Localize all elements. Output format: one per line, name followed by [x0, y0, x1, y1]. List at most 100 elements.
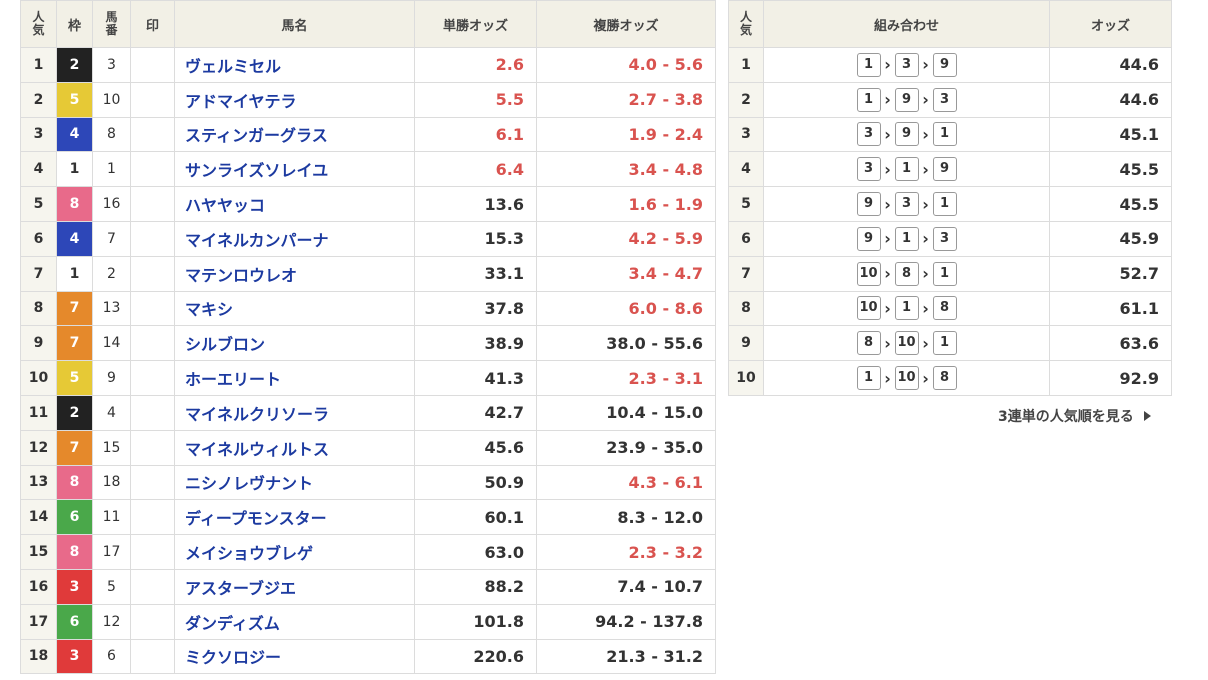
horse-name-link[interactable]: アスターブジエ [174, 568, 415, 605]
horse-name-link[interactable]: マイネルウィルトス [174, 429, 415, 466]
horse-name-link[interactable]: ハヤヤッコ [174, 186, 415, 222]
waku-badge: 8 [56, 464, 93, 501]
horse-name-link[interactable]: ホーエリート [174, 360, 415, 396]
waku-badge: 7 [56, 290, 93, 327]
horse-number-box: 8 [932, 296, 957, 321]
rank-cell: 15 [20, 534, 57, 570]
mark-cell[interactable] [130, 568, 175, 605]
win-odds: 60.1 [414, 499, 537, 536]
chevron-right-icon: › [884, 298, 891, 318]
horse-name-link[interactable]: マイネルカンパーナ [174, 220, 415, 257]
odds-table: 人気 枠 馬番 印 馬名 単勝オッズ 複勝オッズ 1 2 3 ヴェルミセル 2.6 4.0… [20, 0, 716, 675]
table-row: 5 8 16 ハヤヤッコ 13.6 1.6 - 1.9 [20, 186, 716, 222]
mark-cell[interactable] [130, 429, 175, 466]
mark-cell[interactable] [130, 151, 175, 188]
horse-name-link[interactable]: アドマイヤテラ [174, 81, 415, 118]
rank-cell: 11 [20, 394, 57, 431]
combo-rank-cell: 1 [728, 47, 764, 83]
triangle-right-icon [1143, 411, 1151, 421]
combo-row: 4 3 › 1 › 9 45.5 [728, 151, 1172, 188]
mark-cell[interactable] [130, 325, 175, 362]
horse-name-link[interactable]: ディープモンスター [174, 499, 415, 536]
horse-number-box: 10 [856, 296, 881, 321]
mark-cell[interactable] [130, 255, 175, 292]
combination-cell: 1 › 10 › 8 [763, 360, 1050, 396]
table-row: 4 1 1 サンライズソレイユ 6.4 3.4 - 4.8 [20, 151, 716, 188]
place-odds: 1.6 - 1.9 [536, 186, 716, 222]
horse-name-link[interactable]: マキシ [174, 290, 415, 327]
umaban-cell: 18 [92, 464, 131, 501]
table-row: 11 2 4 マイネルクリソーラ 42.7 10.4 - 15.0 [20, 394, 716, 431]
win-odds: 13.6 [414, 186, 537, 222]
place-odds: 21.3 - 31.2 [536, 638, 716, 675]
horse-name-link[interactable]: マイネルクリソーラ [174, 394, 415, 431]
horse-number-box: 10 [894, 366, 919, 391]
mark-cell[interactable] [130, 220, 175, 257]
waku-badge: 4 [56, 116, 93, 153]
mark-cell[interactable] [130, 290, 175, 327]
waku-badge: 5 [56, 81, 93, 118]
combo-rank-cell: 3 [728, 116, 764, 153]
mark-cell[interactable] [130, 638, 175, 675]
mark-cell[interactable] [130, 464, 175, 501]
header-win-odds[interactable]: 単勝オッズ [414, 0, 537, 48]
mark-cell[interactable] [130, 534, 175, 570]
horse-number-box: 3 [894, 192, 919, 217]
combo-rank-cell: 8 [728, 290, 764, 327]
place-odds: 2.3 - 3.1 [536, 360, 716, 396]
header-horse-name[interactable]: 馬名 [174, 0, 415, 48]
horse-number-box: 3 [894, 52, 919, 77]
horse-name-link[interactable]: サンライズソレイユ [174, 151, 415, 188]
mark-cell[interactable] [130, 116, 175, 153]
mark-cell[interactable] [130, 47, 175, 83]
horse-number-box: 1 [894, 296, 919, 321]
mark-cell[interactable] [130, 499, 175, 536]
place-odds: 7.4 - 10.7 [536, 568, 716, 605]
waku-badge: 7 [56, 429, 93, 466]
combo-row: 3 3 › 9 › 1 45.1 [728, 116, 1172, 153]
win-odds: 41.3 [414, 360, 537, 396]
combo-odds: 45.5 [1049, 151, 1172, 188]
header-umaban[interactable]: 馬番 [92, 0, 131, 48]
header-rank[interactable]: 人気 [20, 0, 57, 48]
waku-badge: 3 [56, 638, 93, 675]
mark-cell[interactable] [130, 360, 175, 396]
horse-name-link[interactable]: メイショウブレゲ [174, 534, 415, 570]
horse-number-box: 8 [894, 261, 919, 286]
horse-name-link[interactable]: ダンディズム [174, 603, 415, 640]
mark-cell[interactable] [130, 603, 175, 640]
more-trifecta-link-label[interactable]: 3連単の人気順を見る [998, 409, 1134, 425]
horse-name-link[interactable]: ニシノレヴナント [174, 464, 415, 501]
header-place-odds[interactable]: 複勝オッズ [536, 0, 716, 48]
mark-cell[interactable] [130, 394, 175, 431]
horse-name-link[interactable]: スティンガーグラス [174, 116, 415, 153]
horse-name-link[interactable]: マテンロウレオ [174, 255, 415, 292]
win-odds: 37.8 [414, 290, 537, 327]
win-odds: 15.3 [414, 220, 537, 257]
horse-number-box: 9 [894, 122, 919, 147]
header-waku[interactable]: 枠 [56, 0, 93, 48]
waku-badge: 6 [56, 499, 93, 536]
rank-cell: 2 [20, 81, 57, 118]
table-row: 7 1 2 マテンロウレオ 33.1 3.4 - 4.7 [20, 255, 716, 292]
combination-cell: 3 › 9 › 1 [763, 116, 1050, 153]
combo-odds: 44.6 [1049, 81, 1172, 118]
mark-cell[interactable] [130, 186, 175, 222]
win-odds: 63.0 [414, 534, 537, 570]
combo-row: 7 10 › 8 › 1 52.7 [728, 255, 1172, 292]
combo-rank-cell: 10 [728, 360, 764, 396]
horse-name-link[interactable]: ヴェルミセル [174, 47, 415, 83]
table-row: 1 2 3 ヴェルミセル 2.6 4.0 - 5.6 [20, 47, 716, 83]
chevron-right-icon: › [884, 90, 891, 110]
more-trifecta-link[interactable]: 3連単の人気順を見る [998, 406, 1151, 426]
horse-number-box: 1 [932, 192, 957, 217]
rank-cell: 1 [20, 47, 57, 83]
rank-cell: 12 [20, 429, 57, 466]
mark-cell[interactable] [130, 81, 175, 118]
horse-name-link[interactable]: ミクソロジー [174, 638, 415, 675]
horse-name-link[interactable]: シルブロン [174, 325, 415, 362]
combo-odds: 44.6 [1049, 47, 1172, 83]
combination-cell: 3 › 1 › 9 [763, 151, 1050, 188]
combination-cell: 1 › 9 › 3 [763, 81, 1050, 118]
win-odds: 38.9 [414, 325, 537, 362]
